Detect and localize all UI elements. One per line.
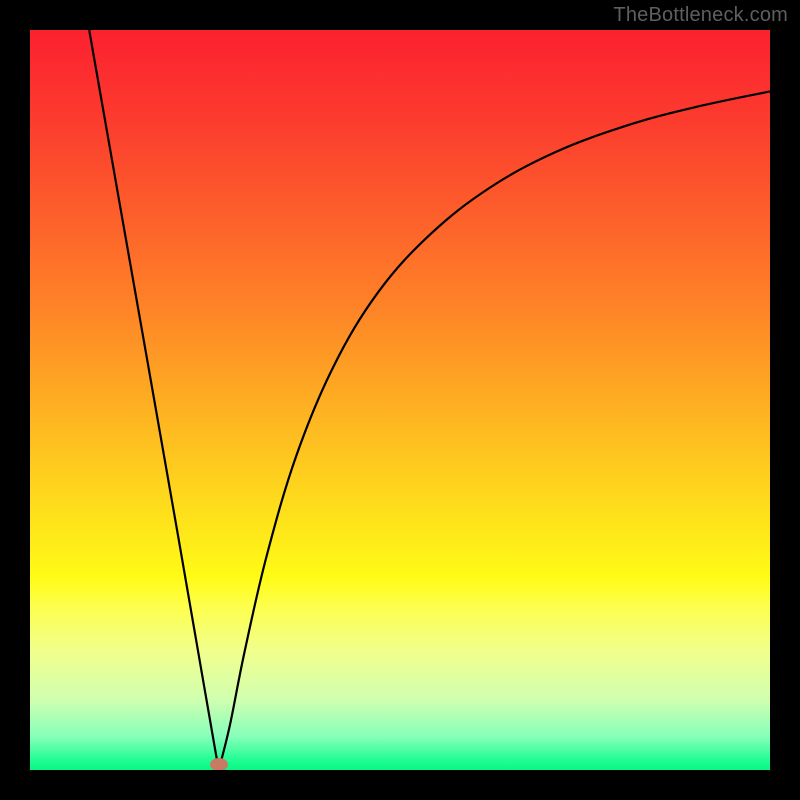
plot-area (30, 30, 770, 770)
curve-right-branch (219, 91, 770, 770)
curve-left-branch (89, 30, 219, 770)
optimal-marker-icon (210, 758, 228, 770)
chart-frame: TheBottleneck.com (0, 0, 800, 800)
bottleneck-curve (30, 30, 770, 770)
watermark-text: TheBottleneck.com (613, 4, 788, 27)
